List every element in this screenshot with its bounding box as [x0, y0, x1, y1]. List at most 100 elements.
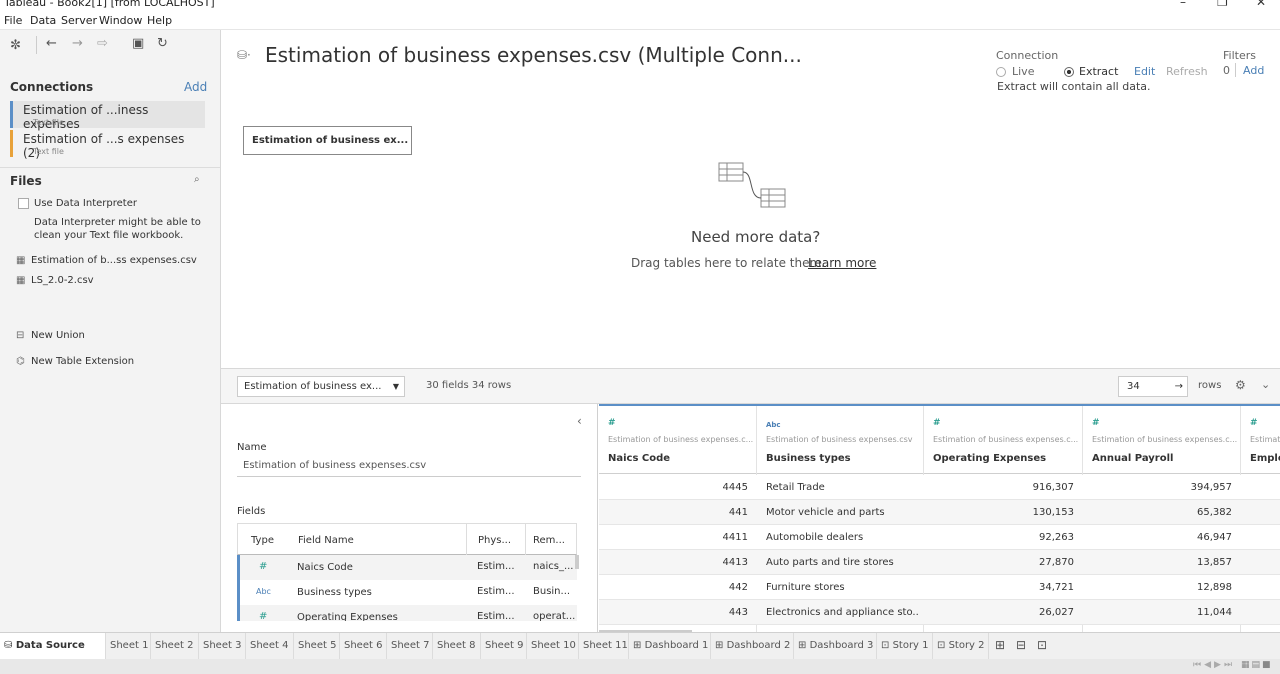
sheet-tab[interactable]: Sheet 9: [481, 633, 527, 659]
logical-table-box[interactable]: Estimation of business ex...: [243, 126, 412, 155]
menu-data[interactable]: Data: [30, 14, 56, 27]
grid-cell[interactable]: Furniture stores: [766, 575, 919, 600]
column-header[interactable]: # Estimati Emplo: [1241, 406, 1280, 474]
new-table-extension-link[interactable]: New Table Extension: [31, 356, 134, 367]
field-row[interactable]: # Operating Expenses Estim... operat...: [237, 605, 577, 621]
apply-rows-icon[interactable]: →: [1175, 377, 1183, 396]
navigation-icons[interactable]: ⏮◀▶⏭: [1193, 660, 1235, 670]
grid-cell[interactable]: 130,153: [924, 500, 1074, 525]
column-header[interactable]: Abc Estimation of business expenses.csv …: [757, 406, 923, 474]
grid-cell[interactable]: 34,721: [924, 575, 1074, 600]
refresh-icon[interactable]: ↻: [157, 36, 168, 51]
add-connection-link[interactable]: Add: [184, 80, 207, 94]
add-filter-link[interactable]: Add: [1243, 64, 1264, 77]
file-item[interactable]: LS_2.0-2.csv: [31, 275, 94, 286]
sheet-tab[interactable]: Sheet 3: [199, 633, 246, 659]
undo-icon[interactable]: ←: [46, 36, 57, 51]
rows-input[interactable]: 34 →: [1118, 376, 1188, 397]
grid-cell[interactable]: Electronics and appliance sto...: [766, 600, 919, 625]
grid-cell[interactable]: 442: [599, 575, 748, 600]
file-item[interactable]: Estimation of b...ss expenses.csv: [31, 255, 197, 266]
tableau-logo-icon[interactable]: ✼: [10, 38, 21, 53]
sheet-tab[interactable]: Sheet 10: [527, 633, 579, 659]
sheet-tab[interactable]: Sheet 5: [294, 633, 340, 659]
header-type[interactable]: Type: [251, 535, 274, 546]
grid-cell[interactable]: 394,957: [1083, 475, 1232, 500]
column-header[interactable]: # Estimation of business expenses.c... O…: [924, 406, 1082, 474]
grid-cell[interactable]: 916,307: [924, 475, 1074, 500]
menu-help[interactable]: Help: [147, 14, 172, 27]
sheet-tab[interactable]: ⊡ Story 2: [933, 633, 989, 659]
column-header[interactable]: # Estimation of business expenses.c... N…: [599, 406, 756, 474]
header-remote[interactable]: Rem...: [533, 535, 565, 546]
settings-icon[interactable]: ⚙: [1235, 378, 1246, 392]
view-toggle-icons[interactable]: ▦▤■: [1241, 660, 1273, 670]
new-union-link[interactable]: New Union: [31, 330, 85, 341]
grid-cell[interactable]: 4445: [599, 475, 748, 500]
grid-cell[interactable]: 65,382: [1083, 500, 1232, 525]
name-field[interactable]: Estimation of business expenses.csv: [243, 460, 426, 471]
grid-cell[interactable]: 4413: [599, 550, 748, 575]
field-row[interactable]: Abc Business types Estim... Busin...: [237, 580, 577, 605]
sheet-tab[interactable]: Sheet 4: [246, 633, 294, 659]
connection-item[interactable]: Estimation of ...s expenses (2) Text fil…: [10, 130, 205, 160]
sheet-tab[interactable]: Sheet 1: [106, 633, 151, 659]
grid-cell[interactable]: 27,870: [924, 550, 1074, 575]
learn-more-link[interactable]: Learn more: [808, 256, 876, 270]
sheet-tab[interactable]: Sheet 8: [433, 633, 481, 659]
grid-cell[interactable]: Motor vehicle and parts: [766, 500, 919, 525]
extract-radio[interactable]: [1064, 67, 1074, 77]
grid-cell[interactable]: 13,857: [1083, 550, 1232, 575]
edit-extract-link[interactable]: Edit: [1134, 65, 1155, 78]
menu-window[interactable]: Window: [99, 14, 142, 27]
datasource-title[interactable]: Estimation of business expenses.csv (Mul…: [265, 43, 802, 67]
save-icon[interactable]: ▣: [132, 36, 144, 51]
sheet-tab[interactable]: ⊡ Story 1: [877, 633, 933, 659]
menu-file[interactable]: File: [4, 14, 22, 27]
table-select[interactable]: Estimation of business ex... ▼: [237, 376, 405, 397]
new-story-icon[interactable]: ⊡: [1037, 638, 1047, 652]
live-radio[interactable]: [996, 67, 1006, 77]
field-row[interactable]: # Naics Code Estim... naics_...: [237, 555, 577, 580]
sheet-tab[interactable]: ⊞ Dashboard 1: [629, 633, 711, 659]
grid-cell[interactable]: 26,027: [924, 600, 1074, 625]
chevron-down-icon[interactable]: ⌄: [1261, 378, 1270, 391]
new-dashboard-icon[interactable]: ⊟: [1016, 638, 1026, 652]
grid-cell[interactable]: 11,044: [1083, 600, 1232, 625]
grid-cell[interactable]: Auto parts and tire stores: [766, 550, 919, 575]
scrollbar-thumb[interactable]: [575, 555, 579, 569]
sheet-tab[interactable]: Sheet 2: [151, 633, 199, 659]
header-field-name[interactable]: Field Name: [298, 535, 354, 546]
sheet-tab[interactable]: Sheet 11: [579, 633, 629, 659]
grid-cell[interactable]: 92,263: [924, 525, 1074, 550]
close-icon[interactable]: ✕: [1256, 0, 1266, 9]
use-interpreter-checkbox[interactable]: [18, 198, 29, 209]
grid-cell[interactable]: Retail Trade: [766, 475, 919, 500]
grid-cell[interactable]: 12,898: [1083, 575, 1232, 600]
type-icon: #: [933, 418, 941, 428]
connection-item[interactable]: Estimation of ...iness expenses Text fil…: [10, 101, 205, 131]
minimize-icon[interactable]: –: [1180, 0, 1186, 9]
sheet-tab[interactable]: Sheet 7: [387, 633, 433, 659]
new-worksheet-icon[interactable]: ⊞: [995, 638, 1005, 652]
sheet-tab-label: Sheet 3: [203, 640, 242, 651]
datasource-icon[interactable]: ⛁·: [237, 48, 251, 62]
sheet-tab[interactable]: ⊞ Dashboard 3: [794, 633, 877, 659]
grid-cell[interactable]: 443: [599, 600, 748, 625]
grid-cell[interactable]: 46,947: [1083, 525, 1232, 550]
grid-cell[interactable]: Automobile dealers: [766, 525, 919, 550]
refresh-extract-link[interactable]: Refresh: [1166, 65, 1208, 78]
swap-icon[interactable]: ⇨: [97, 36, 108, 51]
sheet-tab[interactable]: Sheet 6: [340, 633, 387, 659]
search-icon[interactable]: ⌕: [194, 174, 200, 185]
column-header[interactable]: # Estimation of business expenses.c... A…: [1083, 406, 1240, 474]
sheet-tab[interactable]: ⊞ Dashboard 2: [711, 633, 794, 659]
grid-cell[interactable]: 4411: [599, 525, 748, 550]
grid-cell[interactable]: 441: [599, 500, 748, 525]
menu-server[interactable]: Server: [61, 14, 97, 27]
redo-icon[interactable]: →: [72, 36, 83, 51]
collapse-icon[interactable]: ‹: [577, 414, 582, 428]
sheet-tab[interactable]: ⛁ Data Source: [0, 633, 106, 659]
header-physical[interactable]: Phys...: [478, 535, 511, 546]
restore-icon[interactable]: ❐: [1217, 0, 1228, 9]
